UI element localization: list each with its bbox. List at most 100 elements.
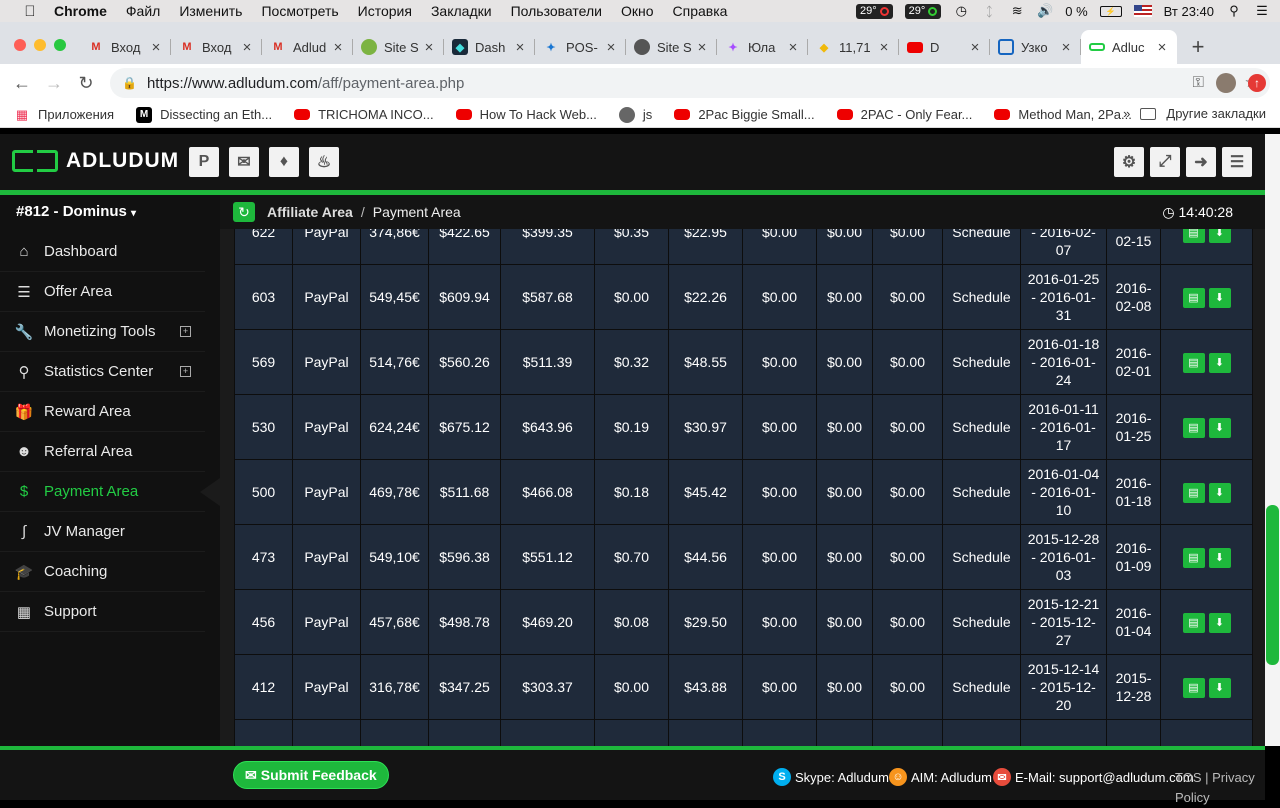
tab-gmail-1[interactable]: M Вход ×: [80, 30, 171, 64]
wifi-icon[interactable]: ≋: [1009, 3, 1025, 18]
bookmark-2pac-biggie[interactable]: 2Pac Biggie Small...: [674, 107, 815, 122]
close-tab-icon[interactable]: ×: [968, 39, 982, 56]
view-invoice-icon[interactable]: ▤: [1182, 482, 1205, 503]
view-invoice-icon[interactable]: ▤: [1182, 287, 1205, 308]
download-icon[interactable]: ⬇: [1208, 482, 1231, 503]
email-contact[interactable]: ✉ E-Mail: support@adludum.com: [993, 768, 1194, 786]
tos-link[interactable]: TOS: [1175, 770, 1202, 785]
view-invoice-icon[interactable]: ▤: [1182, 229, 1205, 243]
close-tab-icon[interactable]: ×: [422, 39, 436, 56]
minimize-window-icon[interactable]: [34, 39, 46, 51]
refresh-icon[interactable]: ↻: [233, 202, 255, 222]
download-icon[interactable]: ⬇: [1208, 612, 1231, 633]
menu-bookmarks[interactable]: Закладки: [431, 3, 492, 19]
volume-icon[interactable]: 🔊: [1037, 3, 1053, 18]
sidebar-item-coaching[interactable]: 🎓 Coaching: [0, 552, 205, 592]
back-icon[interactable]: ←: [6, 73, 38, 94]
address-bar[interactable]: 🔒 https://www.adludum.com/aff/payment-ar…: [110, 68, 1270, 98]
download-icon[interactable]: ⬇: [1208, 677, 1231, 698]
close-tab-icon[interactable]: ×: [331, 39, 345, 56]
tab-dashboard[interactable]: ◆ Dash ×: [444, 30, 535, 64]
menubar-clock[interactable]: Вт 23:40: [1164, 4, 1214, 19]
profile-avatar[interactable]: [1216, 73, 1236, 93]
logout-icon[interactable]: ➜: [1186, 147, 1216, 177]
tab-site-2[interactable]: Site S ×: [626, 30, 717, 64]
download-icon[interactable]: ⬇: [1208, 352, 1231, 373]
breadcrumb-affiliate-area[interactable]: Affiliate Area: [267, 204, 353, 220]
close-tab-icon[interactable]: ×: [786, 39, 800, 56]
menu-edit[interactable]: Изменить: [179, 3, 242, 19]
maximize-window-icon[interactable]: [54, 39, 66, 51]
menu-app-chrome[interactable]: Chrome: [54, 3, 107, 19]
sidebar-item-support[interactable]: ▦ Support: [0, 592, 205, 632]
view-invoice-icon[interactable]: ▤: [1182, 612, 1205, 633]
close-tab-icon[interactable]: ×: [1155, 39, 1169, 56]
temperature-widget-2[interactable]: 29°: [904, 3, 942, 19]
bookmark-apps[interactable]: ▦ Приложения: [14, 107, 114, 123]
temperature-widget-1[interactable]: 29°: [855, 3, 893, 19]
view-invoice-icon[interactable]: ▤: [1182, 547, 1205, 568]
close-tab-icon[interactable]: ×: [240, 39, 254, 56]
tab-youtube[interactable]: D ×: [899, 30, 990, 64]
close-tab-icon[interactable]: ×: [877, 39, 891, 56]
scrollbar-thumb[interactable]: [1266, 505, 1279, 665]
bell-icon[interactable]: ♦: [269, 147, 299, 177]
menu-window[interactable]: Окно: [621, 3, 654, 19]
tab-youla[interactable]: ✦ Юла ×: [717, 30, 808, 64]
menu-file[interactable]: Файл: [126, 3, 160, 19]
menu-users[interactable]: Пользователи: [511, 3, 602, 19]
tab-adludum-active[interactable]: Adluc ×: [1081, 30, 1177, 64]
bookmark-method-man[interactable]: Method Man, 2Pa...: [994, 107, 1132, 122]
adludum-logo[interactable]: ADLUDUM: [12, 149, 179, 173]
sidebar-item-reward-area[interactable]: 🎁 Reward Area: [0, 392, 205, 432]
fire-icon[interactable]: ♨: [309, 147, 339, 177]
reload-icon[interactable]: ↻: [70, 73, 102, 94]
expand-icon[interactable]: +: [180, 326, 191, 337]
menu-icon[interactable]: ☰: [1222, 147, 1252, 177]
download-icon[interactable]: ⬇: [1208, 417, 1231, 438]
fullscreen-icon[interactable]: ⤢: [1150, 147, 1180, 177]
bluetooth-icon[interactable]: ᛨ: [981, 4, 997, 19]
notification-center-icon[interactable]: ☰: [1254, 3, 1270, 18]
extension-icon[interactable]: ↑: [1248, 74, 1266, 92]
battery-percent[interactable]: 0 %: [1065, 4, 1087, 19]
expand-icon[interactable]: +: [180, 366, 191, 377]
more-bookmarks-button[interactable]: »: [1123, 106, 1130, 121]
sidebar-item-jv-manager[interactable]: ∫ JV Manager: [0, 512, 205, 552]
close-tab-icon[interactable]: ×: [1059, 39, 1073, 56]
bookmark-js[interactable]: js: [618, 106, 652, 123]
aim-contact[interactable]: ☺ AIM: Adludum: [889, 768, 992, 786]
download-icon[interactable]: ⬇: [1208, 229, 1231, 243]
view-invoice-icon[interactable]: ▤: [1182, 352, 1205, 373]
new-tab-button[interactable]: +: [1183, 30, 1213, 64]
tab-site-3[interactable]: Узко ×: [990, 30, 1081, 64]
tab-gmail-2[interactable]: M Вход ×: [171, 30, 262, 64]
close-tab-icon[interactable]: ×: [604, 39, 618, 56]
close-tab-icon[interactable]: ×: [513, 39, 527, 56]
apple-menu-icon[interactable]: : [20, 3, 40, 20]
battery-icon[interactable]: ⚡: [1099, 5, 1122, 17]
sidebar-item-offer-area[interactable]: ☰ Offer Area: [0, 272, 205, 312]
settings-icon[interactable]: ⚙: [1114, 147, 1144, 177]
submit-feedback-button[interactable]: ✉ Submit Feedback: [233, 761, 389, 789]
bookmark-2pac-fear[interactable]: 2PAC - Only Fear...: [836, 107, 972, 122]
close-tab-icon[interactable]: ×: [695, 39, 709, 56]
sidebar-item-statistics-center[interactable]: ⚲ Statistics Center +: [0, 352, 205, 392]
other-bookmarks[interactable]: Другие закладки: [1166, 106, 1266, 121]
menu-view[interactable]: Посмотреть: [261, 3, 338, 19]
tab-binance[interactable]: ◆ 11,71 ×: [808, 30, 899, 64]
sidebar-item-referral-area[interactable]: ☻ Referral Area: [0, 432, 205, 472]
menu-help[interactable]: Справка: [673, 3, 728, 19]
sidebar-item-dashboard[interactable]: ⌂ Dashboard: [0, 232, 205, 272]
flag-icon[interactable]: [1133, 5, 1152, 17]
download-icon[interactable]: ⬇: [1208, 287, 1231, 308]
skype-contact[interactable]: S Skype: Adludum: [773, 768, 889, 786]
key-icon[interactable]: ⚿: [1193, 74, 1204, 91]
forward-icon[interactable]: →: [38, 73, 70, 94]
tab-gmail-3[interactable]: M Adlud ×: [262, 30, 353, 64]
mail-icon[interactable]: ✉: [229, 147, 259, 177]
tab-pos[interactable]: ✦ POS- ×: [535, 30, 626, 64]
download-icon[interactable]: ⬇: [1208, 547, 1231, 568]
user-menu[interactable]: #812 - Dominus ▾: [16, 203, 136, 220]
menu-history[interactable]: История: [358, 3, 412, 19]
